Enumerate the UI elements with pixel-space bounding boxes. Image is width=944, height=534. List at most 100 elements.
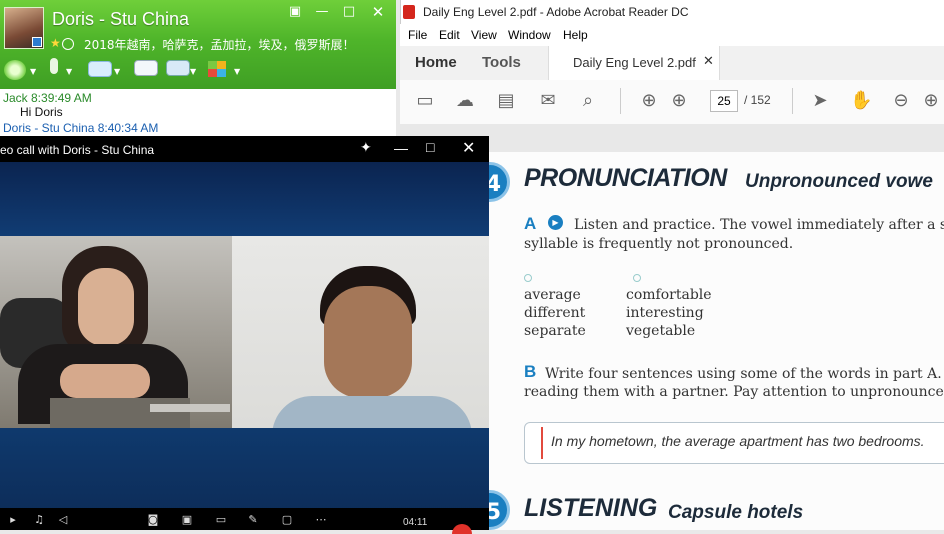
add-contact-icon[interactable] — [134, 60, 158, 76]
audio-play-icon[interactable]: ▶ — [548, 215, 563, 230]
chat-area: Jack 8:39:49 AM Hi Doris Doris - Stu Chi… — [0, 89, 396, 137]
section-title: LISTENING — [524, 494, 658, 522]
screen-share-icon[interactable] — [166, 60, 190, 76]
search-icon[interactable]: ⌕ — [577, 90, 599, 112]
instruction-line: reading them with a partner. Pay attenti… — [524, 384, 944, 400]
stress-dot — [633, 274, 641, 282]
menu-view[interactable]: View — [471, 28, 497, 42]
word-item: interesting — [626, 305, 704, 321]
chat-icon[interactable]: ▣ — [180, 513, 194, 526]
upload-icon[interactable]: ☁ — [454, 90, 476, 112]
previous-page-icon[interactable]: ⊕ — [638, 90, 660, 112]
tab-document[interactable]: Daily Eng Level 2.pdf ✕ — [548, 46, 720, 80]
video-icon[interactable] — [88, 61, 112, 77]
hand-tool-icon[interactable]: ✋ — [850, 90, 872, 112]
minimize-button[interactable]: — — [394, 140, 408, 156]
mood-message: 2018年越南，哈萨克，孟加拉，埃及，俄罗斯展！ — [84, 38, 355, 52]
chevron-down-icon[interactable]: ▼ — [30, 67, 36, 76]
page-number-input[interactable] — [710, 90, 738, 112]
instruction-line: syllable is frequently not pronounced. — [524, 236, 794, 252]
chevron-down-icon[interactable]: ▼ — [190, 67, 196, 76]
star-icon[interactable]: ★ — [50, 36, 61, 50]
stress-dot — [524, 274, 532, 282]
close-tab-icon[interactable]: ✕ — [703, 54, 714, 69]
paper — [150, 404, 230, 412]
pin-icon[interactable]: ✦ — [360, 139, 372, 156]
menu-edit[interactable]: Edit — [439, 28, 460, 42]
close-button[interactable]: ✕ — [369, 5, 387, 20]
instruction-line: Write four sentences using some of the w… — [545, 366, 944, 382]
call-controls: ▸ ♫ ◁ ◙ ▣ ▭ ✎ ▢ ⋯ 04:11 — [0, 508, 489, 534]
maximize-button[interactable]: □ — [340, 5, 358, 19]
microphone-icon[interactable] — [50, 58, 58, 74]
shirt — [272, 396, 472, 428]
message-header: Doris - Stu China 8:40:34 AM — [3, 121, 159, 135]
word-item: average — [524, 287, 581, 303]
email-icon[interactable]: ✉ — [537, 90, 559, 112]
mood-icon — [62, 38, 74, 50]
skype-header: Doris - Stu China ★ 2018年越南，哈萨克，孟加拉，埃及，俄… — [0, 0, 396, 89]
tab-home[interactable]: Home — [415, 54, 457, 71]
section-number-badge: 4 — [488, 162, 510, 202]
pdf-icon — [403, 5, 415, 19]
apps-icon[interactable] — [208, 61, 226, 77]
message-header: Jack 8:39:49 AM — [3, 91, 92, 105]
screen-icon[interactable]: ▭ — [214, 513, 228, 526]
menu-bar: File Edit View Window Help — [400, 24, 944, 46]
example-sentence: In my hometown, the average apartment ha… — [551, 433, 925, 449]
local-video-feed — [232, 236, 489, 428]
chevron-down-icon[interactable]: ▼ — [66, 67, 72, 76]
chevron-down-icon[interactable]: ▼ — [114, 67, 120, 76]
section-subtitle: Unpronounced vowe — [745, 171, 933, 192]
word-item: different — [524, 305, 586, 321]
acrobat-toolbar: ▭ ☁ ▤ ✉ ⌕ ⊕ ⊕ / 152 ➤ ✋ ⊖ ⊕ — [400, 80, 944, 125]
zoom-out-icon[interactable]: ⊖ — [890, 90, 912, 112]
tab-bar: Home Tools Daily Eng Level 2.pdf ✕ — [400, 46, 944, 81]
options-icon[interactable]: ▣ — [286, 5, 304, 19]
message-text: Hi Doris — [20, 105, 63, 119]
face — [324, 286, 412, 398]
page-total: / 152 — [744, 93, 771, 107]
maximize-button[interactable]: □ — [426, 139, 434, 155]
more-icon[interactable]: ⋯ — [314, 513, 328, 526]
word-item: comfortable — [626, 287, 712, 303]
section-title: PRONUNCIATION — [524, 164, 727, 192]
play-icon[interactable]: ▸ — [6, 513, 20, 526]
menu-file[interactable]: File — [408, 28, 427, 42]
tab-document-label: Daily Eng Level 2.pdf — [573, 55, 696, 70]
speaker-icon[interactable]: ◁ — [56, 513, 70, 526]
margin-line — [541, 427, 543, 459]
face — [78, 268, 134, 346]
acrobat-titlebar: Daily Eng Level 2.pdf - Adobe Acrobat Re… — [400, 0, 944, 24]
next-page-icon[interactable]: ⊕ — [668, 90, 690, 112]
camera-icon[interactable]: ◙ — [146, 513, 160, 526]
section-subtitle: Capsule hotels — [668, 502, 804, 523]
window-icon[interactable]: ▢ — [280, 513, 294, 526]
call-icon[interactable] — [4, 60, 26, 80]
menu-help[interactable]: Help — [563, 28, 588, 42]
word-item: separate — [524, 323, 586, 339]
status-icon — [32, 37, 42, 47]
call-timer: 04:11 — [403, 517, 428, 528]
video-titlebar: eo call with Doris - Stu China ✦ — □ ✕ — [0, 136, 489, 162]
close-button[interactable]: ✕ — [462, 138, 475, 158]
volume-icon[interactable]: ♫ — [32, 513, 46, 526]
minimize-button[interactable]: — — [313, 5, 331, 19]
word-item: vegetable — [626, 323, 696, 339]
chevron-down-icon[interactable]: ▼ — [234, 67, 240, 76]
divider — [792, 88, 793, 114]
end-call-button[interactable] — [452, 524, 472, 534]
print-icon[interactable]: ▤ — [495, 90, 517, 112]
desk — [50, 398, 190, 428]
contact-name: Doris - Stu China — [52, 9, 190, 29]
tab-tools[interactable]: Tools — [482, 54, 521, 71]
divider — [620, 88, 621, 114]
menu-window[interactable]: Window — [508, 28, 551, 42]
window-title: Daily Eng Level 2.pdf - Adobe Acrobat Re… — [423, 5, 689, 19]
save-icon[interactable]: ▭ — [414, 90, 436, 112]
select-cursor-icon[interactable]: ➤ — [809, 90, 831, 112]
edit-icon[interactable]: ✎ — [246, 513, 260, 526]
skype-window: Doris - Stu China ★ 2018年越南，哈萨克，孟加拉，埃及，俄… — [0, 0, 396, 137]
pdf-page: 4 PRONUNCIATION Unpronounced vowe A ▶ Li… — [488, 152, 944, 530]
zoom-in-icon[interactable]: ⊕ — [920, 90, 942, 112]
